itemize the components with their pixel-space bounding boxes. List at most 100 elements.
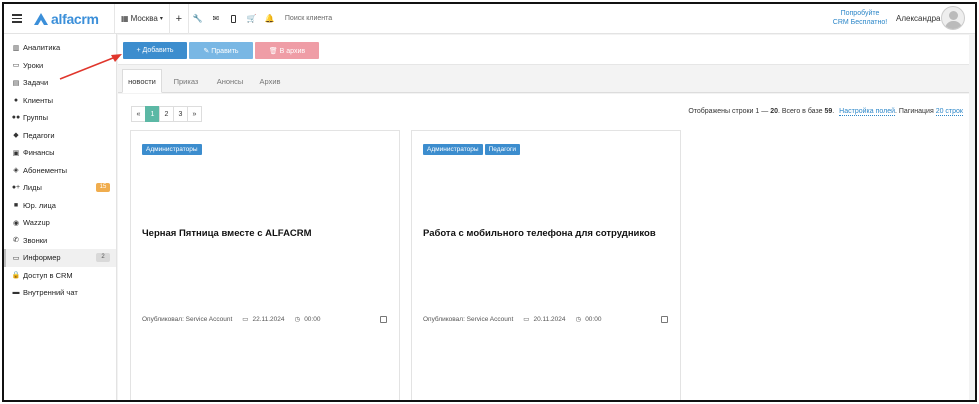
mobile-button[interactable]	[225, 4, 243, 34]
tab-orders[interactable]: Приказ	[166, 69, 206, 93]
tab-archive[interactable]: Архив	[252, 69, 288, 93]
card-select-checkbox[interactable]	[380, 316, 387, 323]
field-settings-link[interactable]: Настройка полей	[839, 108, 895, 116]
sidebar-item-label: Лиды	[23, 183, 42, 193]
group-icon: ●●	[11, 114, 21, 122]
mail-button[interactable]: ✉	[207, 4, 225, 34]
avatar-body	[945, 21, 962, 29]
tab-announcements[interactable]: Анонсы	[210, 69, 250, 93]
logo-mark-icon	[34, 12, 48, 25]
rows-status: Отображены строки 1 — 20. Всего в базе 5…	[688, 108, 963, 116]
audience-tag: Администраторы	[142, 144, 202, 155]
search-input[interactable]	[284, 15, 405, 22]
sidebar-item-groups[interactable]: ●● Группы	[4, 109, 116, 127]
published-by: Опубликовал: Service Account	[423, 315, 514, 323]
informer-count-badge: 2	[96, 253, 110, 262]
sidebar-item-label: Внутренний чат	[23, 288, 78, 298]
card-meta: Опубликовал: Service Account ▭ 20.11.202…	[423, 315, 601, 324]
sidebar-item-label: Информер	[23, 253, 61, 263]
archive-button[interactable]: 🗑 В архив	[255, 42, 319, 59]
card-title[interactable]: Черная Пятница вместе с ALFACRM	[142, 228, 312, 239]
sidebar: ▥ Аналитика ▭ Уроки ▤ Задачи ● Клиенты ●● Гру…	[4, 34, 117, 400]
cart-icon: 🛒	[246, 14, 257, 23]
notifications-button[interactable]: 🔔	[261, 4, 279, 34]
add-button[interactable]: + Добавить	[123, 42, 187, 59]
card-select-checkbox[interactable]	[661, 316, 668, 323]
sidebar-item-calls[interactable]: ✆ Звонки	[4, 232, 116, 250]
card-date: 20.11.2024	[533, 315, 566, 323]
user-icon: ●	[13, 96, 19, 104]
sidebar-item-teachers[interactable]: ◆ Педагоги	[4, 127, 116, 145]
sidebar-item-label: Доступ в CRM	[23, 270, 73, 280]
sidebar-item-label: Задачи	[23, 78, 49, 88]
sidebar-item-tasks[interactable]: ▤ Задачи	[4, 74, 116, 92]
analytics-icon: ▥	[12, 44, 20, 52]
menu-icon[interactable]	[4, 14, 30, 23]
sidebar-item-analytics[interactable]: ▥ Аналитика	[4, 39, 116, 57]
avatar[interactable]	[941, 6, 965, 30]
pagination-label: . Пагинация	[895, 108, 934, 115]
promo-line-1: Попробуйте	[840, 10, 880, 17]
audience-tag: Педагоги	[484, 144, 520, 155]
caret-down-icon: ▾	[159, 16, 163, 22]
sidebar-item-label: Педагоги	[23, 130, 55, 140]
briefcase-icon: ■	[13, 201, 19, 209]
status-suffix: .	[832, 108, 835, 115]
promo-link[interactable]: Попробуйте CRM Бесплатно!	[829, 9, 891, 27]
sidebar-item-label: Финансы	[23, 148, 55, 158]
sidebar-item-legal-entities[interactable]: ■ Юр. лица	[4, 197, 116, 215]
user-name[interactable]: Александра	[896, 14, 940, 23]
pagination-size-link[interactable]: 20 строк	[935, 108, 963, 116]
envelope-icon: ✉	[212, 14, 220, 23]
branch-label: Москва	[130, 14, 158, 23]
page-prev-button[interactable]: «	[131, 106, 146, 122]
page-button-2[interactable]: 2	[159, 106, 174, 122]
status-to: 20	[770, 108, 778, 115]
plus-icon: +	[175, 12, 183, 25]
tab-news[interactable]: новости	[122, 69, 162, 93]
sidebar-item-crm-access[interactable]: 🔒 Доступ в CRM	[4, 267, 116, 285]
bell-icon: 🔔	[264, 14, 275, 23]
sidebar-item-label: Wazzup	[23, 218, 50, 228]
tabs: новости Приказ Анонсы Архив	[118, 69, 969, 93]
plus-button[interactable]: +	[170, 4, 188, 34]
clock-icon: ◷	[575, 316, 582, 323]
sidebar-item-label: Юр. лица	[23, 200, 56, 210]
tag-icon: ◈	[13, 167, 19, 175]
audience-tag: Администраторы	[423, 144, 483, 155]
pagination: « 1 2 3 »	[131, 106, 202, 122]
sidebar-item-informer[interactable]: ▭ Информер 2	[4, 249, 116, 267]
sidebar-item-subscriptions[interactable]: ◈ Абонементы	[4, 162, 116, 180]
card-title[interactable]: Работа с мобильного телефона для сотрудн…	[423, 228, 656, 239]
page-button-3[interactable]: 3	[173, 106, 188, 122]
sidebar-item-label: Клиенты	[23, 95, 54, 105]
wrench-button[interactable]: 🔧	[189, 4, 207, 34]
building-icon: ▦	[121, 14, 129, 23]
edit-button[interactable]: ✎ Править	[189, 42, 253, 59]
news-card[interactable]: Администраторы Черная Пятница вместе с A…	[130, 130, 400, 400]
card-tags: Администраторы	[142, 144, 202, 155]
phone-icon: ✆	[13, 237, 19, 245]
teacher-icon: ◆	[13, 132, 19, 140]
news-card[interactable]: Администраторы Педагоги Работа с мобильн…	[411, 130, 681, 400]
card-time: 00:00	[304, 315, 321, 323]
window-icon: ▭	[12, 254, 20, 262]
sidebar-item-wazzup[interactable]: ◉ Wazzup	[4, 214, 116, 232]
wrench-icon: 🔧	[192, 14, 203, 23]
whatsapp-icon: ◉	[12, 219, 20, 227]
sidebar-item-leads[interactable]: ●+ Лиды 15	[4, 179, 116, 197]
sidebar-item-clients[interactable]: ● Клиенты	[4, 92, 116, 110]
logo[interactable]: alfacrm	[34, 11, 114, 27]
page-next-button[interactable]: »	[187, 106, 202, 122]
sidebar-item-finance[interactable]: ▣ Финансы	[4, 144, 116, 162]
content-panel: « 1 2 3 » Отображены строки 1 — 20. Всег…	[118, 94, 969, 400]
sidebar-item-internal-chat[interactable]: ▬ Внутренний чат	[4, 284, 116, 302]
calendar-icon: ▭	[242, 316, 249, 323]
cart-button[interactable]: 🛒	[243, 4, 261, 34]
sidebar-item-lessons[interactable]: ▭ Уроки	[4, 57, 116, 75]
action-bar: + Добавить ✎ Править 🗑 В архив	[118, 35, 969, 65]
chat-icon: ▬	[12, 289, 20, 297]
sidebar-item-label: Абонементы	[23, 165, 68, 175]
page-button-1[interactable]: 1	[145, 106, 160, 122]
branch-select[interactable]: ▦ Москва ▾	[115, 4, 169, 34]
